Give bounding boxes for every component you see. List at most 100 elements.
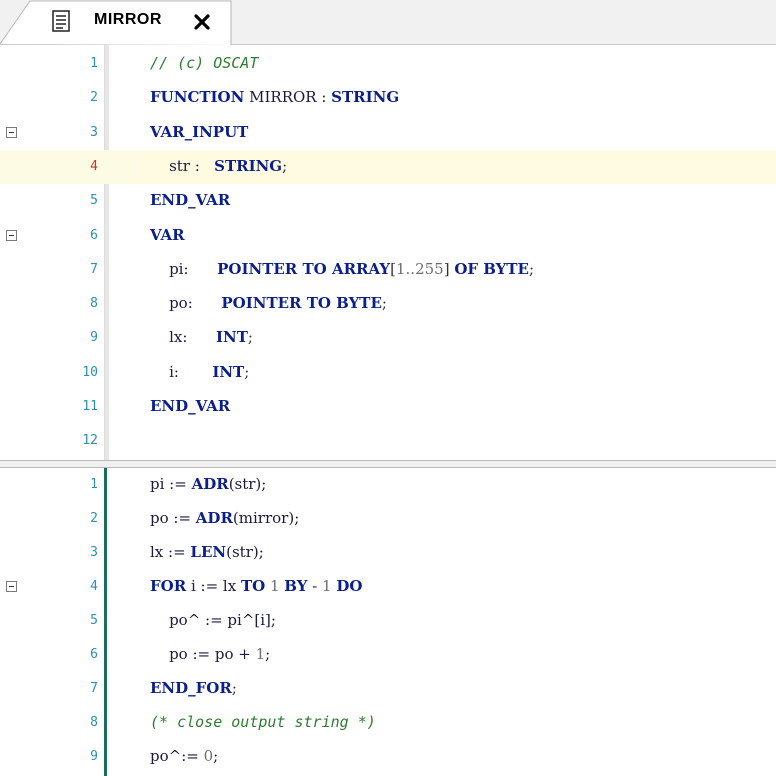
code-token: -	[307, 577, 323, 595]
code-line[interactable]: 8 (* close output string *)	[0, 706, 776, 740]
code-token: 1	[269, 577, 280, 595]
code-token: pi:	[150, 259, 218, 278]
line-number: 8	[90, 715, 98, 730]
code-line[interactable]: 9 po^:= 0;	[0, 740, 776, 774]
implementation-editor[interactable]: 1 pi := ADR(str); 2 po := ADR(mirror); 3 lx :…	[0, 468, 776, 776]
line-number: 1	[90, 477, 98, 492]
code-text: i: INT;	[150, 363, 249, 381]
code-text: END_VAR	[150, 191, 230, 209]
code-token: END_FOR	[150, 679, 232, 697]
code-token: ;	[213, 747, 219, 765]
code-token: pi :=	[150, 475, 192, 493]
code-token: ADR	[195, 509, 233, 527]
code-line[interactable]: 2 FUNCTION MIRROR : STRING	[0, 81, 776, 115]
line-number: 6	[90, 227, 98, 243]
code-token: (str);	[228, 475, 267, 493]
code-token: FUNCTION	[150, 88, 245, 107]
code-token: // (c) OSCAT	[150, 54, 259, 72]
code-token: ;	[244, 362, 250, 381]
code-text: // (c) OSCAT	[150, 54, 258, 72]
code-token: po :=	[150, 509, 196, 527]
code-token: INT	[212, 362, 245, 381]
declaration-editor[interactable]: 1 // (c) OSCAT 2 FUNCTION MIRROR : STRING 3 V…	[0, 45, 776, 460]
code-text: END_VAR	[150, 397, 230, 415]
line-number: 3	[90, 124, 98, 140]
code-line[interactable]: 2 po := ADR(mirror);	[0, 502, 776, 536]
code-text: FOR i := lx TO 1 BY - 1 DO	[150, 577, 362, 595]
code-text: lx := LEN(str);	[150, 543, 264, 561]
code-text: str : STRING;	[150, 157, 287, 175]
line-number: 10	[82, 364, 98, 380]
code-token: i:	[150, 362, 213, 381]
code-line[interactable]: 3 VAR_INPUT	[0, 116, 776, 150]
document-icon	[52, 10, 70, 32]
code-line[interactable]: 6 VAR	[0, 219, 776, 253]
code-token: str :	[150, 156, 215, 175]
code-text: po: POINTER TO BYTE;	[150, 294, 387, 312]
code-token: STRING	[214, 156, 283, 175]
close-icon[interactable]	[193, 13, 211, 31]
code-token: 0	[203, 747, 214, 765]
code-line[interactable]: 12	[0, 424, 776, 458]
code-line[interactable]: 7 END_FOR;	[0, 672, 776, 706]
editor-splitter[interactable]	[0, 460, 776, 468]
code-token: po^:=	[150, 747, 204, 765]
code-token: 1..255	[395, 259, 444, 278]
code-text: po^ := pi^[i];	[150, 611, 276, 629]
line-number: 8	[90, 296, 98, 312]
code-token: STRING	[331, 88, 400, 107]
code-token: ;	[247, 328, 253, 347]
line-number: 7	[90, 261, 98, 277]
code-text: po := po + 1;	[150, 645, 270, 663]
code-text: (* close output string *)	[150, 713, 376, 731]
line-number: 9	[90, 749, 98, 764]
code-line[interactable]: 4 FOR i := lx TO 1 BY - 1 DO	[0, 570, 776, 604]
line-number: 2	[90, 90, 98, 106]
code-token: lx :=	[150, 543, 191, 561]
code-text: VAR_INPUT	[150, 123, 248, 141]
tab-mirror[interactable]: MIRROR	[0, 0, 232, 45]
tab-label: MIRROR	[94, 11, 162, 28]
line-number: 11	[82, 399, 98, 414]
code-line[interactable]: 3 lx := LEN(str);	[0, 536, 776, 570]
code-token: BY	[284, 577, 308, 595]
code-line[interactable]: 7 pi: POINTER TO ARRAY[1..255] OF BYTE;	[0, 253, 776, 287]
line-number: 12	[82, 433, 98, 449]
code-line[interactable]: 8 po: POINTER TO BYTE;	[0, 287, 776, 321]
code-token: (mirror);	[232, 509, 300, 527]
code-token: ADR	[191, 475, 229, 493]
code-token: ]	[443, 259, 455, 278]
code-line[interactable]: 1 pi := ADR(str);	[0, 468, 776, 502]
code-token: INT	[216, 328, 248, 347]
code-text: po := ADR(mirror);	[150, 509, 299, 527]
line-number: 4	[90, 158, 98, 174]
line-number: 2	[90, 511, 98, 526]
line-number: 7	[90, 681, 98, 696]
code-token: FOR	[150, 577, 187, 595]
code-line[interactable]: 5 END_VAR	[0, 184, 776, 218]
code-token: 1	[322, 577, 332, 595]
code-text: pi := ADR(str);	[150, 475, 266, 493]
line-number: 5	[90, 613, 98, 628]
code-token: po:	[150, 294, 222, 313]
code-token: (* close output string *)	[150, 713, 376, 731]
code-token: DO	[336, 577, 363, 595]
code-line[interactable]: 9 lx: INT;	[0, 321, 776, 355]
code-line[interactable]: 1 // (c) OSCAT	[0, 47, 776, 81]
line-number: 6	[90, 647, 98, 662]
code-token: po := po +	[150, 645, 256, 663]
code-token: OF BYTE	[454, 259, 529, 278]
code-token: LEN	[190, 543, 227, 561]
code-line[interactable]: 4 str : STRING;	[0, 149, 776, 184]
code-token: ;	[528, 259, 535, 278]
code-token: MIRROR :	[244, 88, 332, 107]
code-line[interactable]: 6 po := po + 1;	[0, 638, 776, 672]
code-token: POINTER TO BYTE	[221, 294, 382, 313]
code-line[interactable]: 11 END_VAR	[0, 390, 776, 424]
line-number: 9	[90, 330, 98, 346]
code-line[interactable]: 5 po^ := pi^[i];	[0, 604, 776, 638]
line-number: 1	[90, 56, 98, 71]
code-token: ;	[231, 679, 237, 697]
code-line[interactable]: 10 i: INT;	[0, 356, 776, 390]
code-text: pi: POINTER TO ARRAY[1..255] OF BYTE;	[150, 260, 534, 278]
